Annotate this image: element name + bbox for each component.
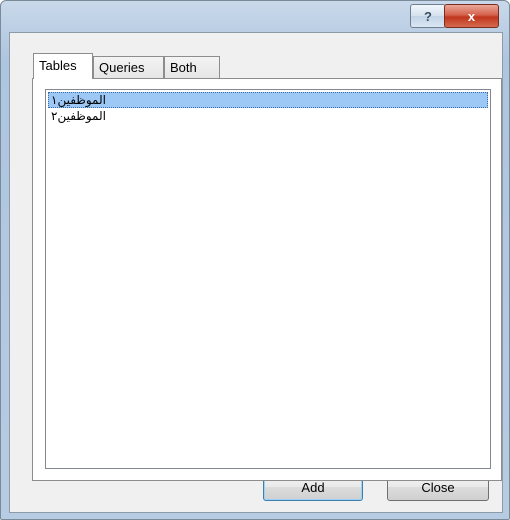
- tab-panel-tables: الموظفين١ الموظفين٢: [32, 78, 502, 481]
- close-icon: x: [467, 8, 476, 24]
- window-close-button[interactable]: x: [444, 4, 499, 28]
- dialog-client-area: Tables Queries Both الموظفين١ الموظفين٢ …: [9, 32, 503, 513]
- title-bar[interactable]: ? x: [1, 1, 509, 31]
- list-item[interactable]: الموظفين٢: [48, 108, 488, 124]
- help-button[interactable]: ?: [410, 4, 446, 28]
- show-table-dialog: ? x Tables Queries Both الموظفين١ الموظف…: [0, 0, 510, 520]
- tab-both[interactable]: Both: [164, 56, 220, 78]
- tab-queries[interactable]: Queries: [93, 56, 164, 78]
- list-item-label: الموظفين٢: [51, 109, 106, 123]
- list-item[interactable]: الموظفين١: [48, 92, 488, 108]
- list-item-label: الموظفين١: [51, 93, 106, 107]
- help-icon: ?: [424, 8, 432, 24]
- tab-tables[interactable]: Tables: [33, 53, 93, 79]
- tables-listbox[interactable]: الموظفين١ الموظفين٢: [45, 89, 491, 469]
